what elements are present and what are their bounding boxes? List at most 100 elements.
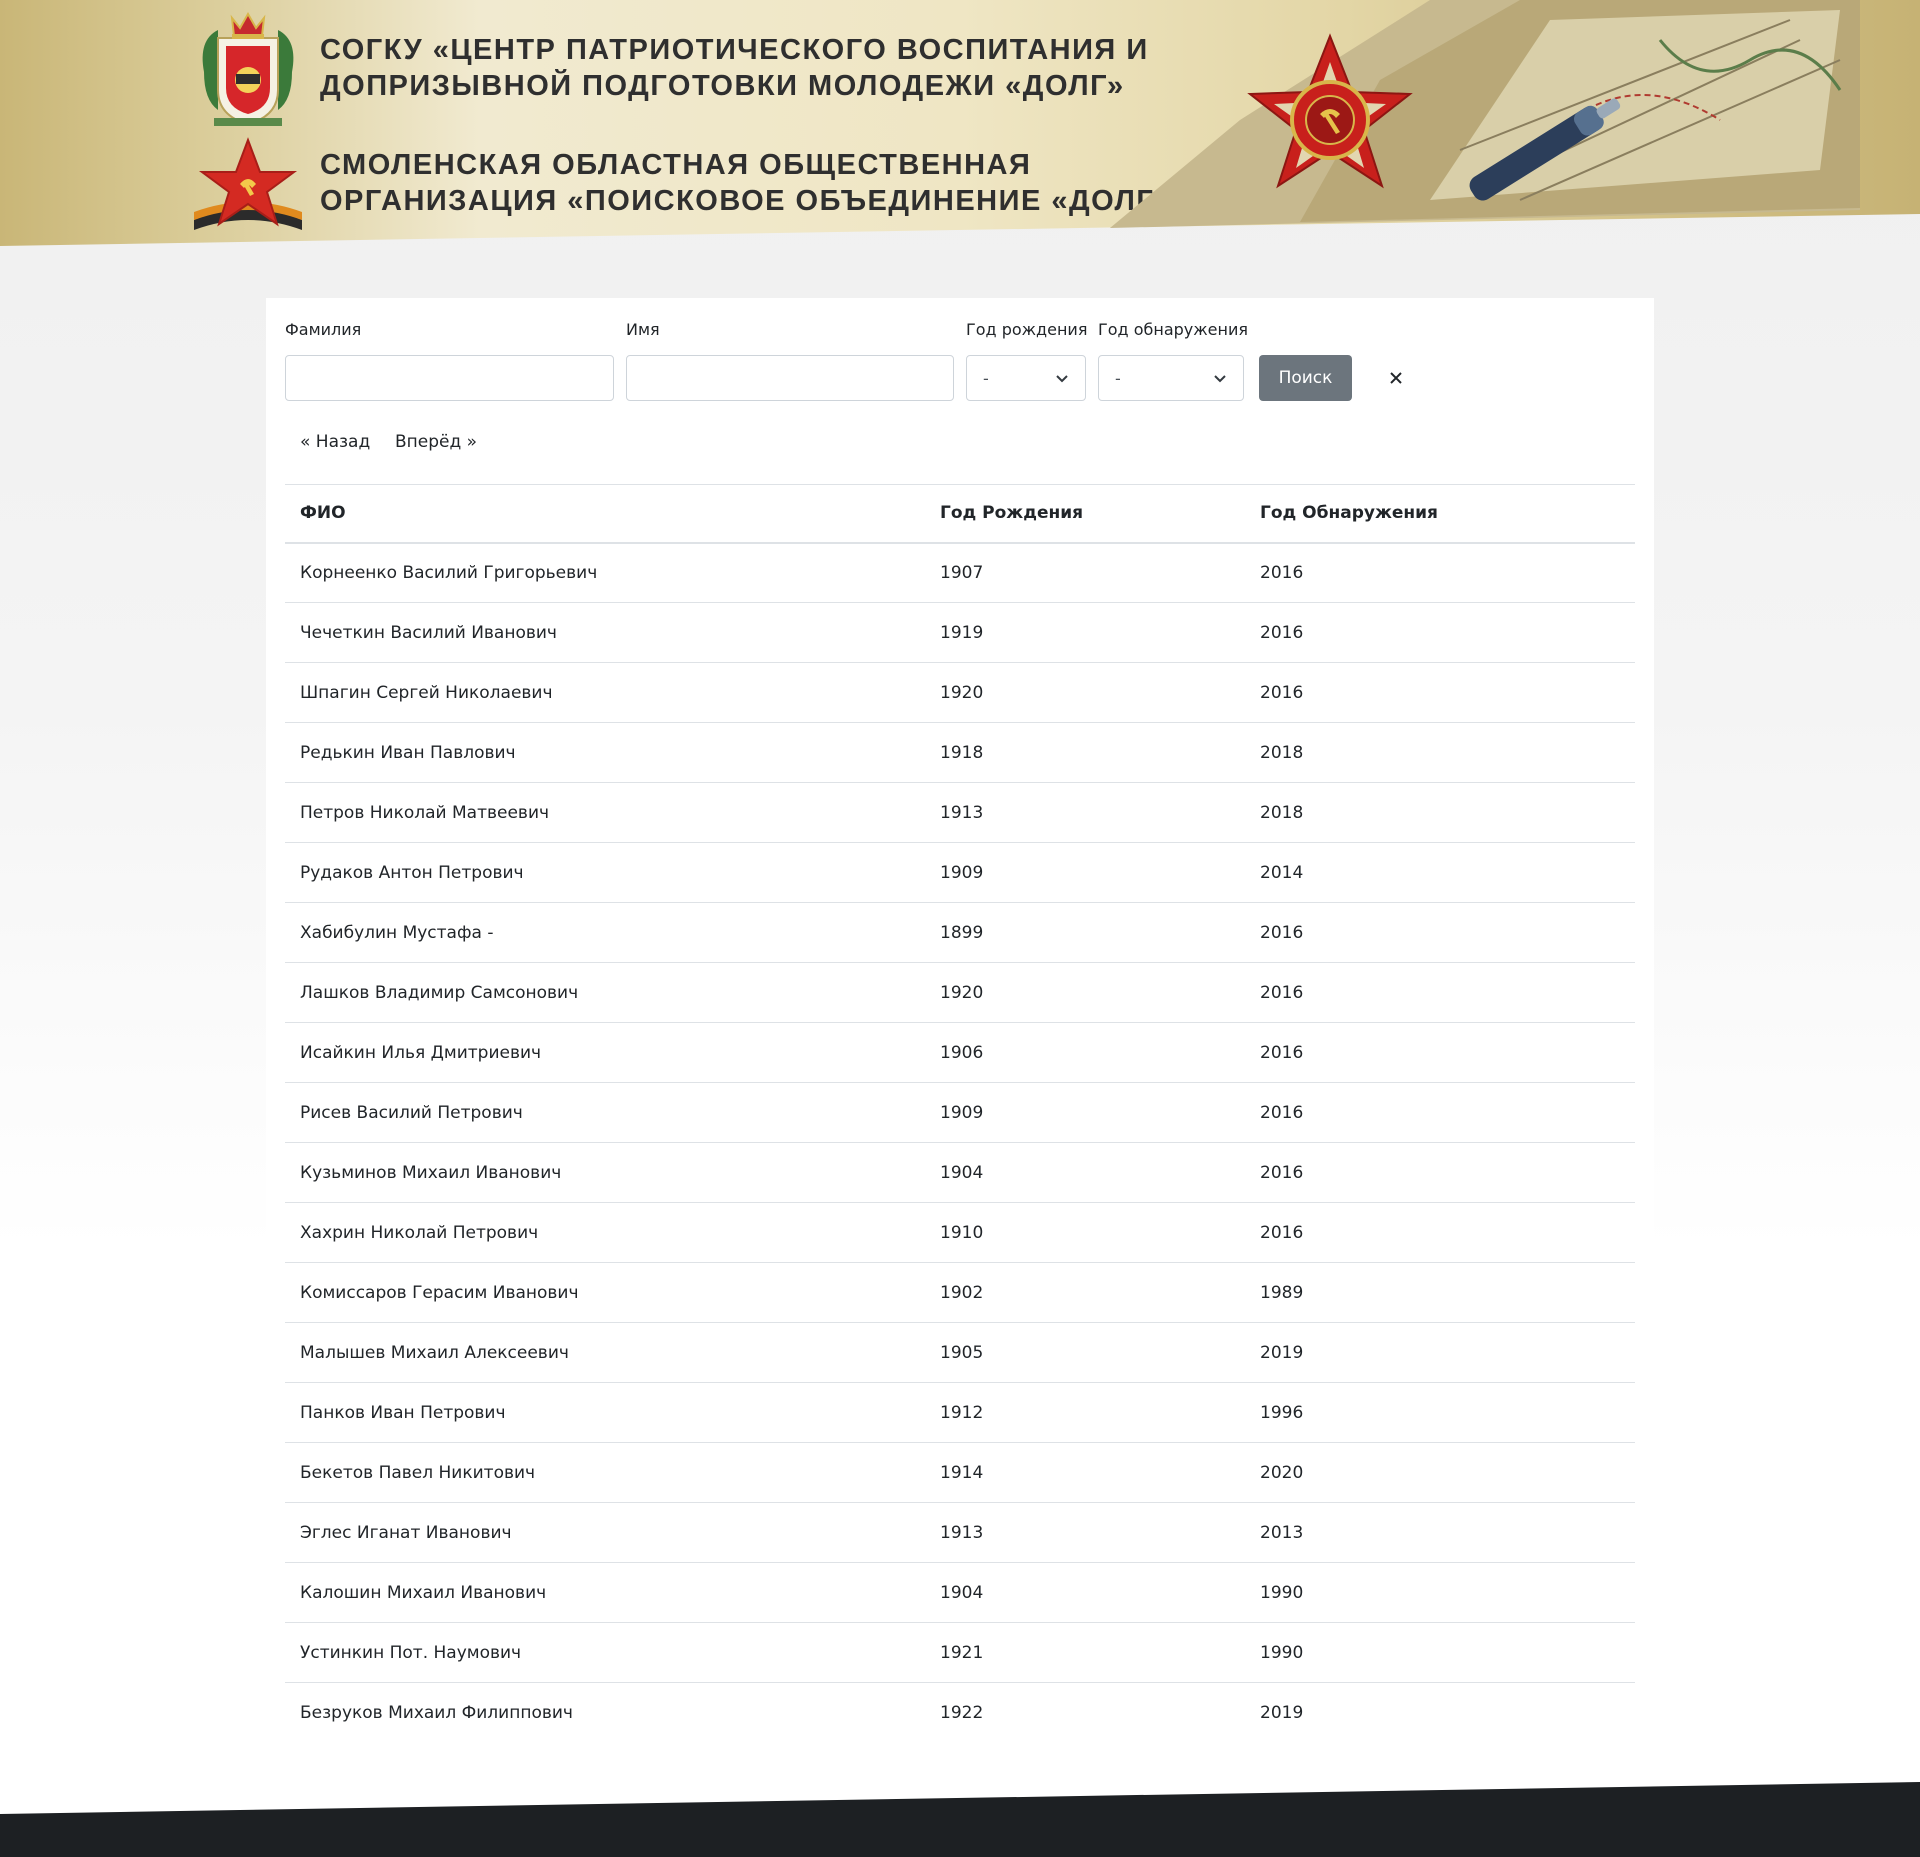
cell-found-year: 2016 <box>1245 602 1635 663</box>
cell-name: Исайкин Илья Дмитриевич <box>285 1022 925 1083</box>
cell-birth-year: 1904 <box>925 1562 1245 1623</box>
cell-birth-year: 1920 <box>925 662 1245 723</box>
cell-name: Эглес Иганат Иванович <box>285 1502 925 1563</box>
search-button[interactable]: Поиск <box>1259 355 1352 401</box>
cell-name: Бекетов Павел Никитович <box>285 1442 925 1503</box>
cell-birth-year: 1918 <box>925 722 1245 783</box>
cell-name: Хахрин Николай Петрович <box>285 1202 925 1263</box>
cell-name: Рисев Василий Петрович <box>285 1082 925 1143</box>
cell-name: Петров Николай Матвеевич <box>285 782 925 843</box>
close-icon[interactable] <box>1382 364 1410 392</box>
cell-name: Лашков Владимир Самсонович <box>285 962 925 1023</box>
org-title-primary-line2: допризывной подготовки молодежи «Долг» <box>320 70 1125 102</box>
cell-birth-year: 1914 <box>925 1442 1245 1503</box>
cell-found-year: 2016 <box>1245 902 1635 963</box>
pagination-prev-link[interactable]: « Назад <box>300 432 370 452</box>
red-star-icon <box>194 137 302 230</box>
table-row: Чечеткин Василий Иванович 1919 2016 <box>285 602 1635 663</box>
cell-found-year: 2016 <box>1245 1082 1635 1143</box>
cell-found-year: 2020 <box>1245 1442 1635 1503</box>
cell-name: Хабибулин Мустафа - <box>285 902 925 963</box>
cell-birth-year: 1909 <box>925 842 1245 903</box>
cell-name: Безруков Михаил Филиппович <box>300 1702 573 1723</box>
found-year-selected-value: - <box>1115 368 1121 388</box>
pagination-next-link[interactable]: Вперёд » <box>395 432 477 452</box>
name-label: Имя <box>626 320 660 339</box>
found-year-select[interactable]: - <box>1098 355 1244 401</box>
birth-year-label: Год рождения <box>966 320 1088 339</box>
org-title-primary: СОГКУ «Центр патриотического воспитания … <box>320 32 1149 104</box>
name-input[interactable] <box>626 355 954 401</box>
table-row: Панков Иван Петрович 1912 1996 <box>285 1382 1635 1443</box>
cell-found-year: 2016 <box>1245 962 1635 1023</box>
table-row: Кузьминов Михаил Иванович 1904 2016 <box>285 1142 1635 1203</box>
cell-name: Шпагин Сергей Николаевич <box>285 662 925 723</box>
cell-name: Панков Иван Петрович <box>285 1382 925 1443</box>
org-title-primary-line1: СОГКУ «Центр патриотического воспитания … <box>320 34 1149 66</box>
table-row: Калошин Михаил Иванович 1904 1990 <box>285 1562 1635 1623</box>
cell-found-year: 2016 <box>1245 1022 1635 1083</box>
cell-birth-year: 1913 <box>925 782 1245 843</box>
cell-name: Малышев Михаил Алексеевич <box>285 1322 925 1383</box>
cell-birth-year: 1904 <box>925 1142 1245 1203</box>
column-header-birth-year: Год Рождения <box>925 484 1245 544</box>
cell-found-year: 2019 <box>1260 1702 1304 1723</box>
cell-found-year: 1996 <box>1245 1382 1635 1443</box>
chevron-down-icon <box>1055 371 1069 385</box>
table-row: Безруков Михаил Филиппович 1922 2019 <box>285 1683 1635 1743</box>
table-row: Устинкин Пот. Наумович 1921 1990 <box>285 1622 1635 1683</box>
cell-birth-year: 1912 <box>925 1382 1245 1443</box>
cell-found-year: 2018 <box>1245 782 1635 843</box>
surname-label: Фамилия <box>285 320 362 339</box>
table-row: Бекетов Павел Никитович 1914 2020 <box>285 1442 1635 1503</box>
cell-birth-year: 1909 <box>925 1082 1245 1143</box>
cell-birth-year: 1910 <box>925 1202 1245 1263</box>
table-row: Рудаков Антон Петрович 1909 2014 <box>285 842 1635 903</box>
cell-birth-year: 1920 <box>925 962 1245 1023</box>
table-row: Хахрин Николай Петрович 1910 2016 <box>285 1202 1635 1263</box>
cell-birth-year: 1905 <box>925 1322 1245 1383</box>
table-row: Лашков Владимир Самсонович 1920 2016 <box>285 962 1635 1023</box>
cell-found-year: 2016 <box>1245 542 1635 603</box>
cell-birth-year: 1907 <box>925 542 1245 603</box>
results-table: ФИО Год Рождения Год Обнаружения Корнеен… <box>285 484 1635 1743</box>
table-row: Петров Николай Матвеевич 1913 2018 <box>285 782 1635 843</box>
cell-name: Корнеенко Василий Григорьевич <box>285 542 925 603</box>
cell-name: Калошин Михаил Иванович <box>285 1562 925 1623</box>
table-row: Эглес Иганат Иванович 1913 2013 <box>285 1502 1635 1563</box>
smolensk-coat-of-arms-icon <box>202 11 294 126</box>
org-title-secondary: Смоленская областная общественная органи… <box>320 147 1171 219</box>
table-row: Корнеенко Василий Григорьевич 1907 2016 <box>285 542 1635 603</box>
cell-name: Чечеткин Василий Иванович <box>285 602 925 663</box>
cell-found-year: 2016 <box>1245 1142 1635 1203</box>
found-year-label: Год обнаружения <box>1098 320 1248 339</box>
table-row: Малышев Михаил Алексеевич 1905 2019 <box>285 1322 1635 1383</box>
birth-year-select[interactable]: - <box>966 355 1086 401</box>
cell-found-year: 2016 <box>1245 1202 1635 1263</box>
cell-found-year: 1990 <box>1245 1562 1635 1623</box>
cell-birth-year: 1906 <box>925 1022 1245 1083</box>
cell-name: Кузьминов Михаил Иванович <box>285 1142 925 1203</box>
table-row: Рисев Василий Петрович 1909 2016 <box>285 1082 1635 1143</box>
table-row: Исайкин Илья Дмитриевич 1906 2016 <box>285 1022 1635 1083</box>
chevron-down-icon <box>1213 371 1227 385</box>
cell-birth-year: 1913 <box>925 1502 1245 1563</box>
org-title-secondary-line2: организация «Поисковое объединение «Долг… <box>320 185 1171 217</box>
birth-year-selected-value: - <box>983 368 989 388</box>
cell-birth-year: 1902 <box>925 1262 1245 1323</box>
org-title-secondary-line1: Смоленская областная общественная <box>320 149 1032 181</box>
surname-input[interactable] <box>285 355 614 401</box>
site-header: СОГКУ «Центр патриотического воспитания … <box>0 0 1920 250</box>
search-results-panel: Фамилия Имя Год рождения - Год обнаружен… <box>266 298 1654 1738</box>
cell-found-year: 2018 <box>1245 722 1635 783</box>
table-row: Редькин Иван Павлович 1918 2018 <box>285 722 1635 783</box>
cell-birth-year: 1921 <box>925 1622 1245 1683</box>
column-header-name: ФИО <box>285 484 925 544</box>
cell-birth-year: 1922 <box>940 1702 984 1723</box>
cell-found-year: 1990 <box>1245 1622 1635 1683</box>
cell-birth-year: 1899 <box>925 902 1245 963</box>
cell-found-year: 2013 <box>1245 1502 1635 1563</box>
cell-found-year: 2014 <box>1245 842 1635 903</box>
cell-name: Редькин Иван Павлович <box>285 722 925 783</box>
cell-found-year: 1989 <box>1245 1262 1635 1323</box>
